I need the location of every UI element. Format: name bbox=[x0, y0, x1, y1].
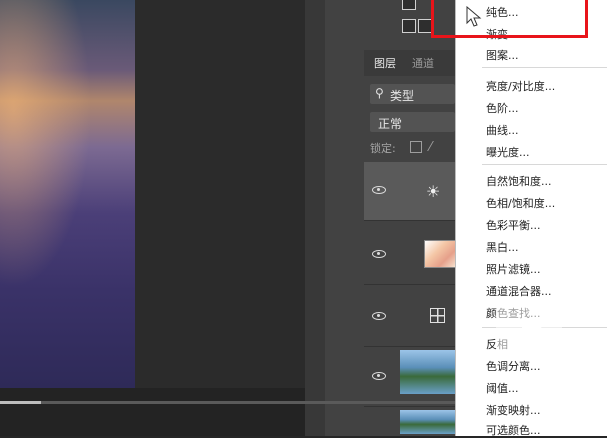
menu-item-brightness-contrast[interactable]: 亮度/对比度... bbox=[486, 78, 555, 94]
canvas-image bbox=[0, 0, 135, 388]
menu-item-threshold[interactable]: 阈值... bbox=[486, 380, 519, 396]
lock-row: 锁定: bbox=[370, 140, 455, 156]
panel-divider bbox=[305, 0, 325, 436]
eye-icon[interactable] bbox=[372, 250, 386, 258]
menu-item-vibrance[interactable]: 自然饱和度... bbox=[486, 173, 552, 189]
eye-icon[interactable] bbox=[372, 372, 386, 380]
lock-transparency-icon[interactable] bbox=[410, 141, 422, 153]
menu-item-gradient-map[interactable]: 渐变映射... bbox=[486, 402, 541, 418]
gradient-fill-icon bbox=[424, 240, 456, 268]
layer-row[interactable]: ☀ bbox=[364, 162, 455, 221]
menu-item-hue-saturation[interactable]: 色相/饱和度... bbox=[486, 195, 555, 211]
menu-item-color-balance[interactable]: 色彩平衡... bbox=[486, 217, 541, 233]
adjustment-menu: 纯色... 渐变... 图案... 亮度/对比度... 色阶... 曲线... … bbox=[455, 0, 607, 437]
menu-item-curves[interactable]: 曲线... bbox=[486, 122, 519, 138]
lock-label: 锁定: bbox=[370, 142, 396, 155]
photo-thumbnail bbox=[400, 350, 455, 394]
frame-icon[interactable] bbox=[402, 19, 416, 33]
photo-thumbnail bbox=[400, 410, 455, 434]
menu-item-exposure[interactable]: 曝光度... bbox=[486, 144, 530, 160]
lock-brush-icon[interactable] bbox=[427, 141, 444, 151]
layer-row[interactable] bbox=[364, 348, 455, 407]
layer-row[interactable] bbox=[364, 226, 456, 285]
menu-item-levels[interactable]: 色阶... bbox=[486, 100, 519, 116]
menu-separator bbox=[482, 67, 607, 68]
menu-item-channel-mixer[interactable]: 通道混合器... bbox=[486, 283, 552, 299]
tab-channels[interactable]: 通道 bbox=[412, 55, 434, 71]
tab-layers[interactable]: 图层 bbox=[374, 55, 396, 71]
layer-icon[interactable] bbox=[402, 0, 416, 10]
play-icon[interactable] bbox=[496, 298, 562, 358]
layers-tabs: 图层 通道 bbox=[364, 50, 455, 76]
menu-separator bbox=[482, 164, 607, 165]
brush-icon[interactable] bbox=[418, 19, 432, 33]
filter-label: 类型 bbox=[390, 89, 415, 103]
sun-adjustment-icon: ☀ bbox=[426, 182, 441, 201]
menu-item-black-white[interactable]: 黑白... bbox=[486, 239, 519, 255]
layer-row[interactable] bbox=[364, 408, 455, 436]
eye-icon[interactable] bbox=[372, 312, 386, 320]
search-icon: ⚲ bbox=[375, 86, 384, 100]
layer-row[interactable] bbox=[364, 288, 455, 347]
canvas-background bbox=[135, 0, 305, 388]
blend-mode-select[interactable]: 正常 bbox=[370, 112, 455, 132]
layer-filter[interactable]: ⚲ 类型 bbox=[370, 84, 455, 104]
menu-item-pattern[interactable]: 图案... bbox=[486, 47, 519, 63]
grid-pattern-icon bbox=[430, 308, 445, 323]
timeline-progress bbox=[0, 401, 41, 404]
video-timeline bbox=[0, 388, 305, 436]
menu-item-photo-filter[interactable]: 照片滤镜... bbox=[486, 261, 541, 277]
eye-icon[interactable] bbox=[372, 186, 386, 194]
highlight-annotation bbox=[431, 0, 588, 38]
blend-mode-label: 正常 bbox=[378, 117, 403, 131]
menu-item-posterize[interactable]: 色调分离... bbox=[486, 358, 541, 374]
